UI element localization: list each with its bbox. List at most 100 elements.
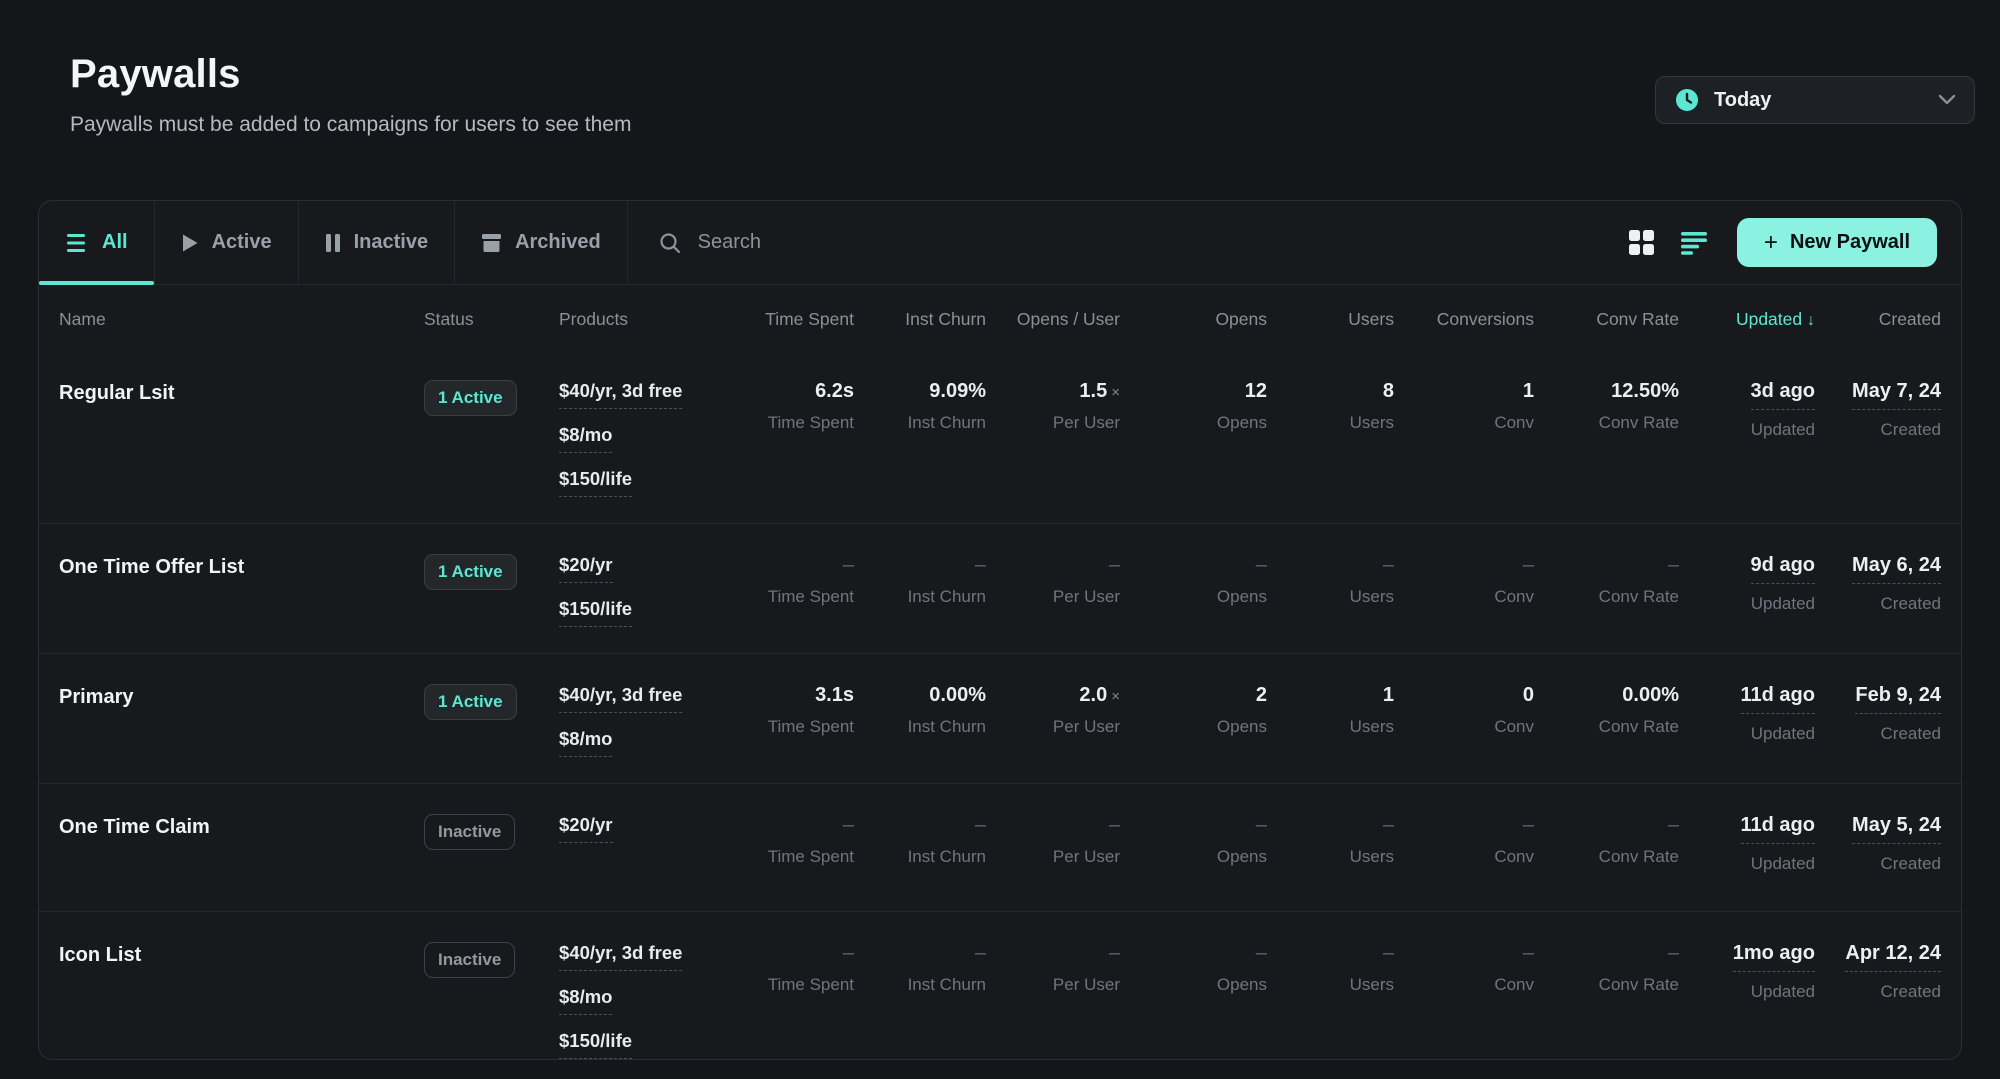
updated-label: Updated [1679, 724, 1815, 744]
column-header-conv-rate[interactable]: Conv Rate [1534, 309, 1679, 330]
metric-label: Conv Rate [1534, 975, 1679, 995]
created-value: May 5, 24 [1815, 814, 1941, 844]
table-row[interactable]: One Time Offer List1 Active$20/yr$150/li… [39, 523, 1961, 653]
column-header-opens[interactable]: Opens [1120, 309, 1267, 330]
product-price[interactable]: $8/mo [559, 728, 612, 757]
metric-inst-churn: –Inst Churn [854, 554, 986, 627]
product-price[interactable]: $150/life [559, 598, 632, 627]
product-price[interactable]: $8/mo [559, 986, 612, 1015]
created-value: Feb 9, 24 [1815, 684, 1941, 714]
metric-label: Opens [1120, 413, 1267, 433]
metric-value: – [1267, 814, 1394, 837]
metric-value: – [1120, 942, 1267, 965]
column-header-time-spent[interactable]: Time Spent [724, 309, 854, 330]
updated-value-text[interactable]: 1mo ago [1733, 942, 1815, 972]
metric-label: Opens [1120, 717, 1267, 737]
metric-label: Users [1267, 975, 1394, 995]
metric-time-spent: –Time Spent [724, 554, 854, 627]
paywalls-panel: AllActiveInactiveArchived [38, 200, 1962, 1060]
column-header-opens-user[interactable]: Opens / User [986, 309, 1120, 330]
metric-value: 0.00% [1534, 684, 1679, 707]
tab-active[interactable]: Active [155, 201, 299, 284]
product-price[interactable]: $20/yr [559, 554, 613, 583]
table-row[interactable]: One Time ClaimInactive$20/yr–Time Spent–… [39, 783, 1961, 911]
product-price[interactable]: $150/life [559, 1030, 632, 1059]
tab-label: Active [212, 231, 272, 254]
metric-conv-rate: – Conv Rate [1534, 942, 1679, 1059]
created-value-text[interactable]: May 5, 24 [1852, 814, 1941, 844]
metric-value: – [724, 554, 854, 577]
search-input[interactable] [698, 231, 998, 254]
metric-value: 9.09% [854, 380, 986, 403]
table-row[interactable]: Regular Lsit1 Active$40/yr, 3d free$8/mo… [39, 350, 1961, 523]
archive-icon [481, 233, 502, 253]
metric-value: – [854, 814, 986, 837]
grid-view-icon[interactable] [1628, 229, 1655, 256]
updated-value: 1mo ago [1679, 942, 1815, 972]
products-cell: $40/yr, 3d free $8/mo [559, 684, 724, 757]
metric-users: –Users [1267, 554, 1394, 627]
metric-opens: 12Opens [1120, 380, 1267, 497]
product-price[interactable]: $40/yr, 3d free [559, 684, 682, 713]
status-badge: 1 Active [424, 554, 517, 590]
tab-archived[interactable]: Archived [455, 201, 628, 284]
created-value-text[interactable]: Apr 12, 24 [1845, 942, 1941, 972]
column-header-users[interactable]: Users [1267, 309, 1394, 330]
tab-inactive[interactable]: Inactive [299, 201, 455, 284]
created-value: May 6, 24 [1815, 554, 1941, 584]
metric-opens-per-user: –Per User [986, 554, 1120, 627]
new-paywall-button[interactable]: + New Paywall [1737, 218, 1937, 267]
column-header-created[interactable]: Created [1815, 309, 1941, 330]
status-cell: 1 Active [424, 684, 559, 757]
status-badge: 1 Active [424, 684, 517, 720]
updated-value-text[interactable]: 11d ago [1741, 814, 1815, 844]
table-row[interactable]: Primary1 Active$40/yr, 3d free$8/mo3.1sT… [39, 653, 1961, 783]
column-header-products[interactable]: Products [559, 309, 724, 330]
metric-label: Per User [986, 413, 1120, 433]
metric-value: – [1267, 942, 1394, 965]
status-badge: Inactive [424, 814, 515, 850]
metric-label: Inst Churn [854, 587, 986, 607]
metric-value: – [1394, 814, 1534, 837]
created-value-text[interactable]: May 7, 24 [1852, 380, 1941, 410]
created-value-text[interactable]: May 6, 24 [1852, 554, 1941, 584]
updated-value-text[interactable]: 3d ago [1751, 380, 1815, 410]
product-price[interactable]: $40/yr, 3d free [559, 380, 682, 409]
product-price[interactable]: $150/life [559, 468, 632, 497]
metric-users: – Users [1267, 942, 1394, 1059]
metric-conv-rate: –Conv Rate [1534, 814, 1679, 885]
column-header-inst-churn[interactable]: Inst Churn [854, 309, 986, 330]
status-cell: Inactive [424, 942, 559, 1059]
table-row[interactable]: Icon ListInactive$40/yr, 3d free$8/mo$15… [39, 911, 1961, 1060]
created-label: Created [1815, 594, 1941, 614]
tab-all[interactable]: All [39, 201, 155, 284]
product-price[interactable]: $40/yr, 3d free [559, 942, 682, 971]
clock-icon [1674, 87, 1700, 113]
metric-time-spent: 3.1sTime Spent [724, 684, 854, 757]
column-header-updated[interactable]: Updated ↓ [1679, 309, 1815, 330]
updated-label: Updated [1679, 420, 1815, 440]
updated-value-text[interactable]: 11d ago [1741, 684, 1815, 714]
created-value-text[interactable]: Feb 9, 24 [1855, 684, 1941, 714]
metric-value: 2.0× [986, 684, 1120, 707]
metric-label: Per User [986, 975, 1120, 995]
date-range-dropdown[interactable]: Today [1655, 76, 1975, 124]
metric-conversions: 0Conv [1394, 684, 1534, 757]
metric-time-spent: –Time Spent [724, 814, 854, 885]
product-price[interactable]: $8/mo [559, 424, 612, 453]
column-header-status[interactable]: Status [424, 309, 559, 330]
metric-label: Per User [986, 717, 1120, 737]
list-view-icon[interactable] [1681, 231, 1709, 255]
metric-label: Conv [1394, 717, 1534, 737]
product-price[interactable]: $20/yr [559, 814, 613, 843]
multiplier-suffix: × [1111, 688, 1120, 705]
column-header-name[interactable]: Name [59, 309, 424, 330]
new-paywall-label: New Paywall [1790, 231, 1910, 254]
products-cell: $20/yr $150/life [559, 554, 724, 627]
products-cell: $40/yr, 3d free $8/mo $150/life [559, 380, 724, 497]
metric-value: – [1534, 942, 1679, 965]
metric-opens: –Opens [1120, 814, 1267, 885]
updated-value-text[interactable]: 9d ago [1751, 554, 1815, 584]
column-header-conversions[interactable]: Conversions [1394, 309, 1534, 330]
created-label: Created [1815, 854, 1941, 874]
